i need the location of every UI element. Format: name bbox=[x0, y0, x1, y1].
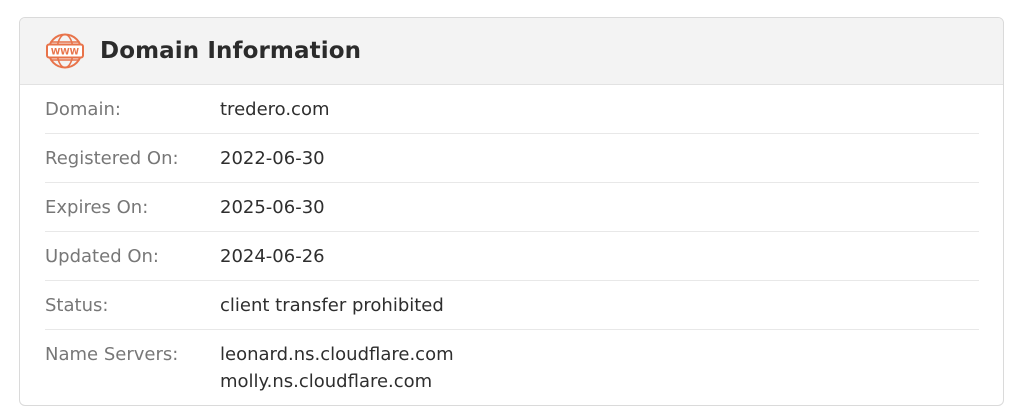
row-label: Updated On: bbox=[45, 245, 159, 267]
svg-text:WWW: WWW bbox=[51, 47, 80, 57]
domain-info-card: WWW Domain Information Domain: tredero.c… bbox=[19, 17, 1004, 406]
name-server-list: leonard.ns.cloudflare.com molly.ns.cloud… bbox=[220, 344, 454, 392]
card-title: Domain Information bbox=[100, 38, 362, 64]
row-value: 2022-06-30 bbox=[220, 147, 325, 169]
www-globe-icon: WWW bbox=[46, 33, 84, 69]
row-label: Status: bbox=[45, 294, 109, 316]
row-label: Expires On: bbox=[45, 196, 149, 218]
row-value: client transfer prohibited bbox=[220, 294, 444, 316]
row-label: Domain: bbox=[45, 98, 121, 120]
row-domain: Domain: tredero.com bbox=[45, 85, 979, 134]
row-updated-on: Updated On: 2024-06-26 bbox=[45, 232, 979, 281]
row-value: tredero.com bbox=[220, 98, 330, 120]
domain-info-table: Domain: tredero.com Registered On: 2022-… bbox=[20, 85, 1003, 392]
card-header: WWW Domain Information bbox=[20, 18, 1003, 85]
row-registered-on: Registered On: 2022-06-30 bbox=[45, 134, 979, 183]
row-value: 2025-06-30 bbox=[220, 196, 325, 218]
row-status: Status: client transfer prohibited bbox=[45, 281, 979, 330]
name-server-item: molly.ns.cloudflare.com bbox=[220, 371, 433, 392]
row-expires-on: Expires On: 2025-06-30 bbox=[45, 183, 979, 232]
name-server-item: leonard.ns.cloudflare.com bbox=[220, 344, 454, 365]
row-label: Name Servers: bbox=[45, 344, 179, 365]
row-label: Registered On: bbox=[45, 147, 179, 169]
row-name-servers: Name Servers: leonard.ns.cloudflare.com … bbox=[45, 330, 979, 392]
row-value: 2024-06-26 bbox=[220, 245, 325, 267]
